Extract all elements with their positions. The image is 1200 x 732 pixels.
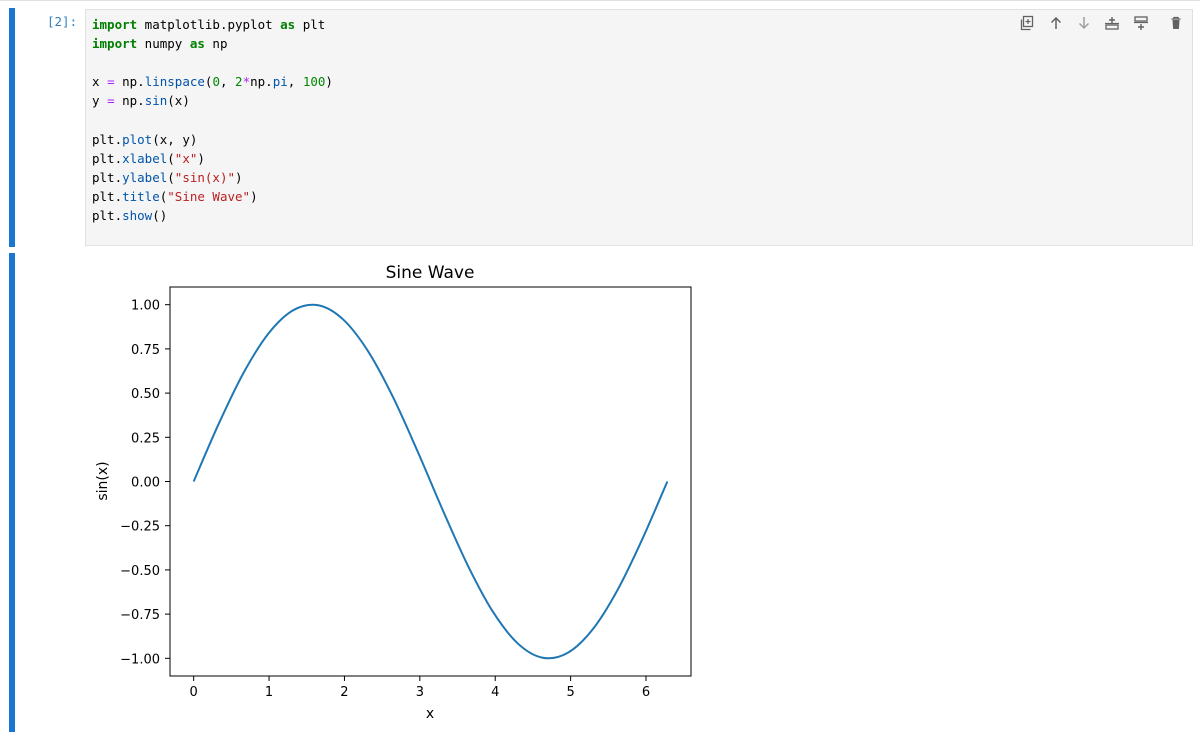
insert-above-button[interactable] — [1101, 12, 1123, 34]
x-tick-label: 6 — [642, 685, 650, 700]
code-token: ) — [235, 169, 243, 185]
code-line: plt.plot(x, y) — [92, 130, 333, 149]
x-tick-label: 3 — [416, 685, 424, 700]
y-tick-label: −1.00 — [120, 652, 160, 667]
y-axis-label: sin(x) — [95, 461, 111, 500]
code-token: import — [92, 17, 138, 32]
code-token: ylabel — [122, 169, 168, 185]
code-line: y = np.sin(x) — [92, 91, 333, 110]
y-tick-label: −0.75 — [120, 608, 160, 623]
output-collapser[interactable] — [9, 253, 15, 732]
code-token: ( — [167, 150, 175, 166]
code-token: "x" — [174, 150, 198, 166]
code-token: (x) — [167, 93, 190, 109]
delete-button[interactable] — [1165, 12, 1187, 34]
code-token: = — [107, 93, 115, 109]
code-token: , — [287, 74, 303, 90]
code-cell-editor[interactable]: import matplotlib.pyplot as plt import nu… — [85, 9, 1193, 246]
code-token: matplotlib.pyplot — [137, 17, 281, 32]
y-tick-label: 0.50 — [131, 387, 160, 402]
code-token: = — [107, 74, 115, 90]
code-block: import matplotlib.pyplot as plt import nu… — [92, 15, 333, 225]
insert-above-icon — [1104, 15, 1120, 31]
code-token: show — [122, 207, 153, 223]
y-tick-label: −0.25 — [120, 520, 160, 535]
code-token: plt. — [92, 188, 123, 204]
code-line: import matplotlib.pyplot as plt — [92, 15, 333, 34]
code-token: plt. — [92, 131, 123, 147]
code-token: ) — [325, 74, 333, 90]
cell-toolbar — [1012, 12, 1192, 34]
code-token: () — [152, 207, 168, 223]
code-line: import numpy as np — [92, 34, 333, 53]
y-tick-label: 1.00 — [131, 299, 160, 314]
x-tick-label: 5 — [566, 685, 574, 700]
code-line: plt.show() — [92, 206, 333, 225]
code-token: plt. — [92, 150, 123, 166]
duplicate-cell-icon — [1019, 15, 1035, 31]
insert-below-icon — [1133, 15, 1149, 31]
code-token: sin — [144, 93, 168, 109]
y-tick-label: 0.75 — [131, 343, 160, 358]
code-token: np — [204, 36, 228, 52]
code-token: , — [219, 74, 236, 90]
tick-layer: 0 1 2 3 4 5 6 1.00 0.75 0.50 0.25 0.00 −0.25 −0.50 −0.… — [120, 299, 650, 700]
move-up-button[interactable] — [1045, 12, 1067, 34]
top-divider — [0, 0, 1200, 1]
code-token: ) — [197, 150, 205, 166]
code-token: (x, y) — [152, 131, 198, 147]
code-token: y — [92, 93, 108, 109]
x-tick-label: 2 — [340, 685, 348, 700]
code-token: ) — [250, 188, 258, 204]
code-token: np. — [114, 74, 145, 90]
code-token: import — [92, 36, 138, 52]
code-line: x = np.linspace(0, 2*np.pi, 100) — [92, 72, 333, 91]
y-tick-label: −0.50 — [120, 564, 160, 579]
code-token: x — [92, 74, 108, 90]
code-token: numpy — [137, 36, 190, 52]
code-token: * — [242, 74, 251, 90]
execution-count: [2]: — [47, 14, 78, 29]
x-tick-label: 4 — [491, 685, 499, 700]
code-token: as — [280, 17, 296, 32]
code-token: 0 — [212, 74, 220, 90]
code-token: linspace — [144, 74, 205, 90]
input-collapser[interactable] — [9, 8, 15, 247]
y-tick-label: 0.00 — [131, 476, 160, 491]
x-tick-label: 0 — [190, 685, 198, 700]
insert-below-button[interactable] — [1130, 12, 1152, 34]
code-line: plt.title("Sine Wave") — [92, 187, 333, 206]
code-line: plt.xlabel("x") — [92, 149, 333, 168]
move-down-button[interactable] — [1073, 12, 1095, 34]
code-token: 100 — [302, 74, 326, 90]
delete-icon — [1168, 15, 1184, 31]
code-token: 2 — [235, 74, 243, 90]
code-line: plt.ylabel("sin(x)") — [92, 168, 333, 187]
y-tick-label: 0.25 — [131, 431, 160, 446]
move-up-icon — [1048, 15, 1064, 31]
code-token: ( — [167, 169, 175, 185]
code-token: plt. — [92, 207, 123, 223]
code-token: plot — [122, 131, 153, 147]
code-token: plt. — [92, 169, 123, 185]
code-token: "Sine Wave" — [167, 188, 251, 204]
code-token: "sin(x)" — [174, 169, 236, 185]
sine-wave-chart: Sine Wave x sin(x) 0 1 2 3 4 5 6 1.00 0.75 0.50 0.… — [95, 263, 692, 722]
code-token: np. — [250, 74, 273, 90]
sine-line — [192, 303, 669, 660]
code-token: np. — [114, 93, 145, 109]
code-token: plt — [295, 17, 326, 32]
code-token: xlabel — [122, 150, 168, 166]
move-down-icon — [1076, 15, 1092, 31]
code-token: title — [122, 188, 160, 204]
x-tick-label: 1 — [265, 685, 273, 700]
duplicate-cell-button[interactable] — [1016, 12, 1038, 34]
x-axis-label: x — [426, 706, 434, 722]
chart-title: Sine Wave — [386, 263, 475, 283]
code-token: as — [189, 36, 205, 52]
code-token: pi — [272, 74, 288, 90]
